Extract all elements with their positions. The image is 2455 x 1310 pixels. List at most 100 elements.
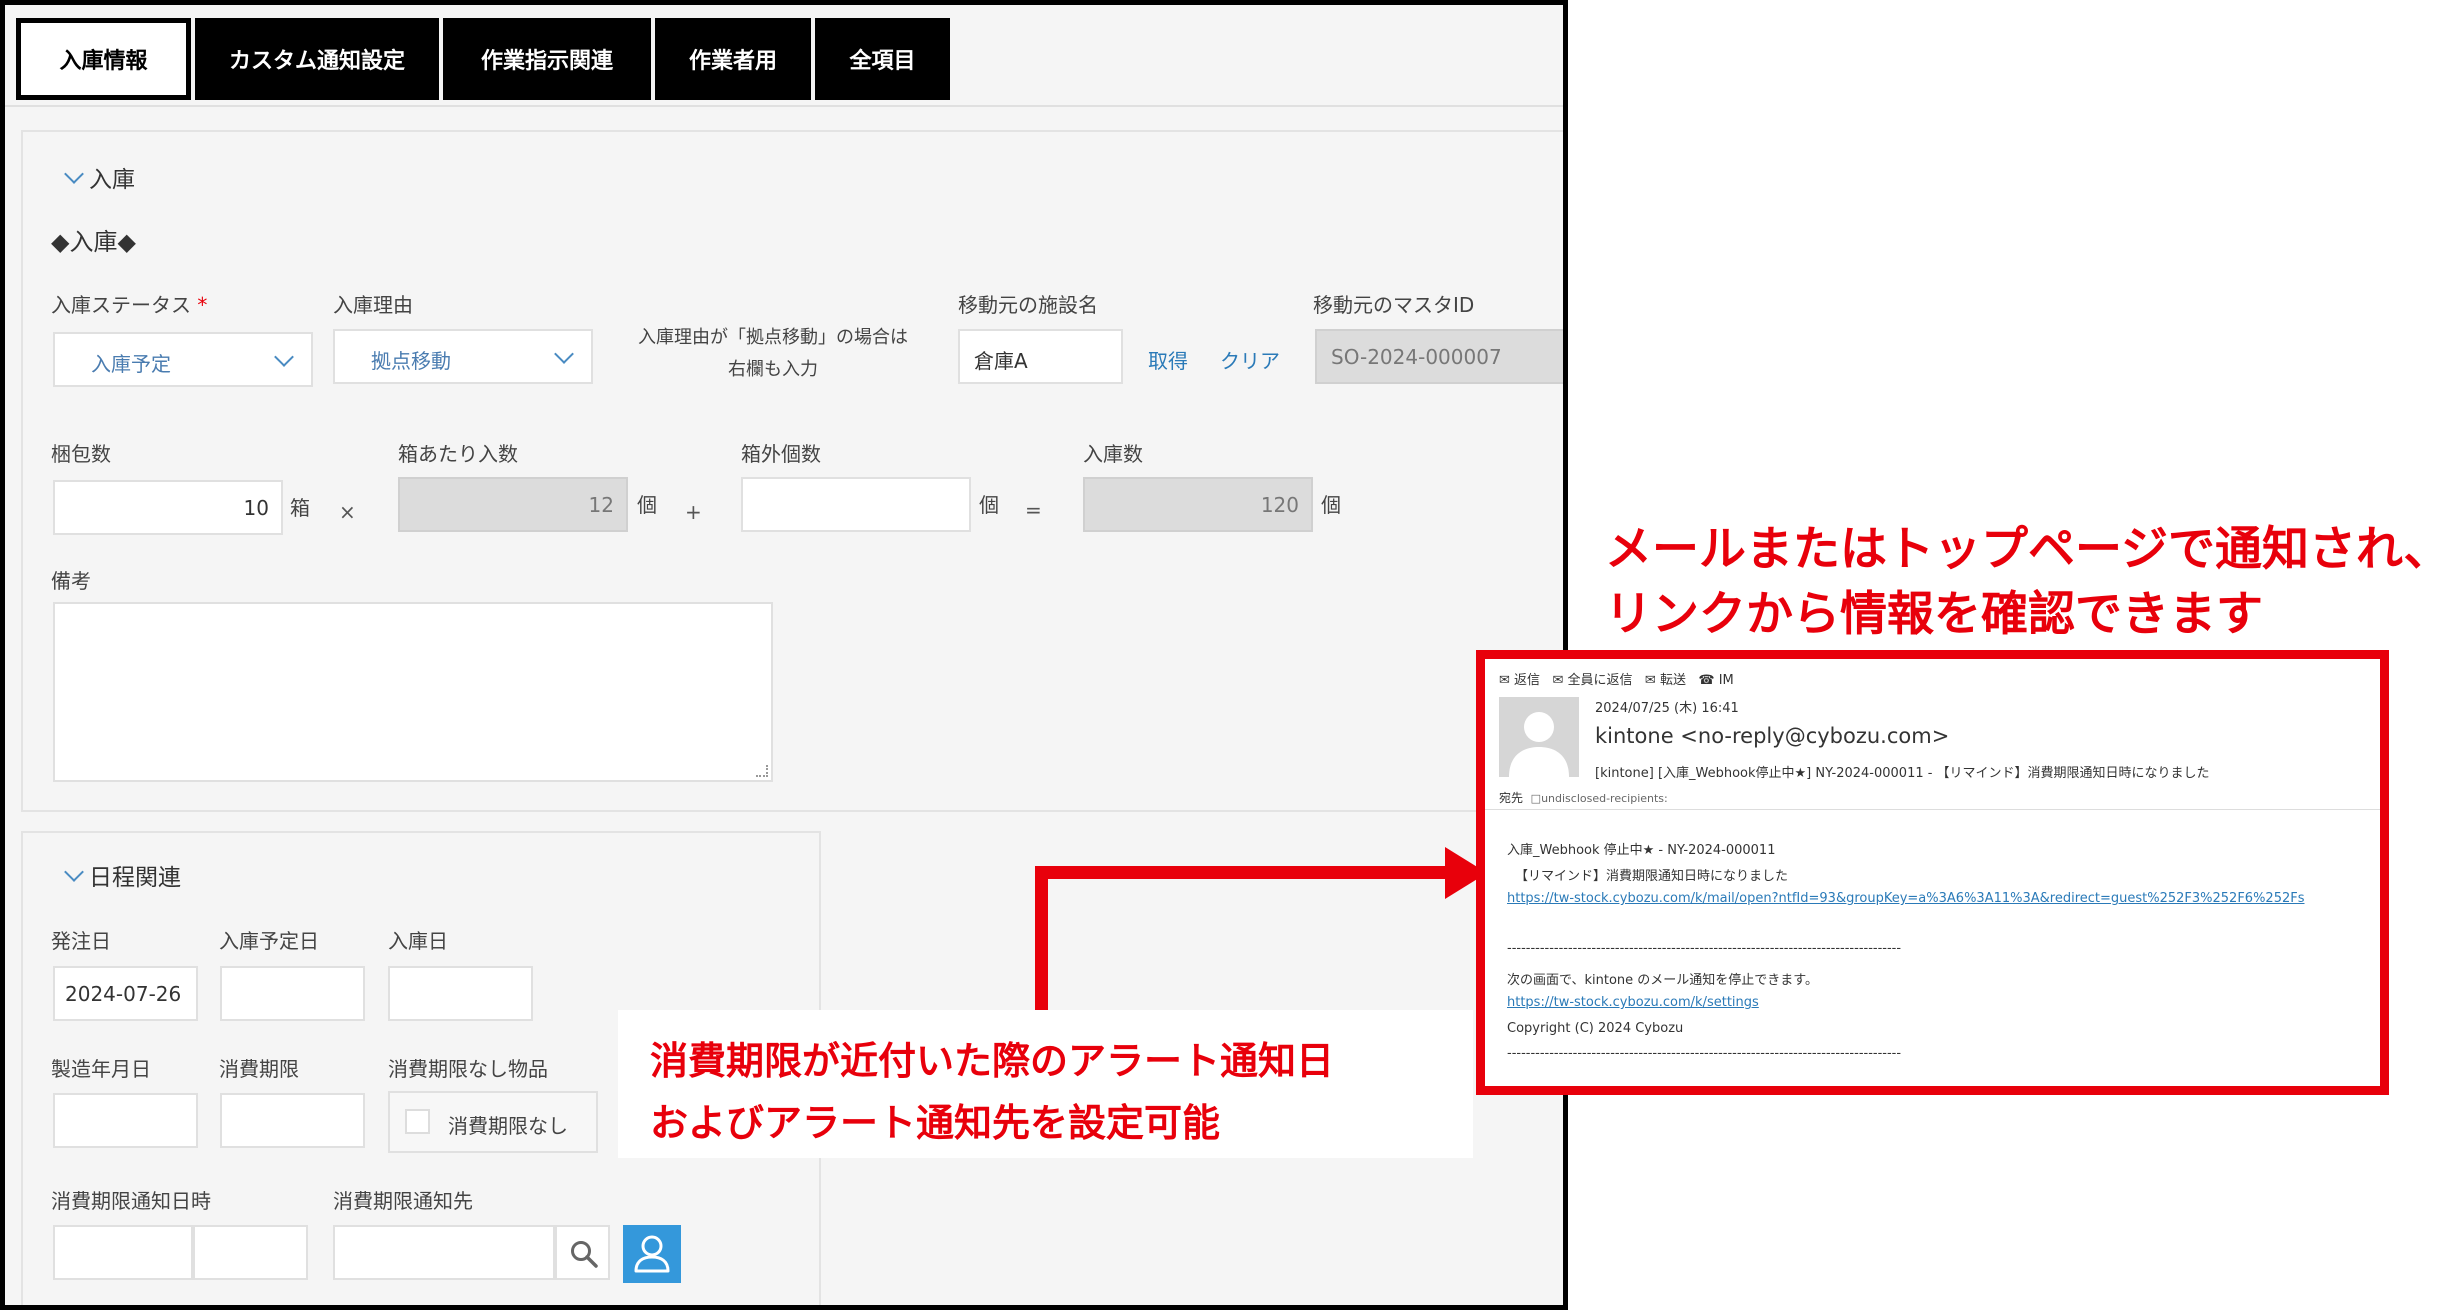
reason-dropdown[interactable]: 拠点移動 [333,329,593,384]
total-unit: 個 [1321,493,1341,517]
search-icon [571,1241,598,1268]
order-date-value: 2024-07-26 [65,982,182,1006]
im-button[interactable]: ☎ IM [1698,673,1733,688]
per-box-field: 12 [398,477,628,532]
no-expiry-group: 消費期限なし [388,1091,598,1153]
user-select-button[interactable] [623,1225,681,1283]
master-id-value: SO-2024-000007 [1331,345,1502,369]
no-expiry-checkbox-label[interactable]: 消費期限なし [448,1110,568,1139]
top-callout-line1: メールまたはトップページで通知され、 [1605,522,2451,577]
bottom-callout-line2: およびアラート通知先を設定可能 [650,1101,1221,1145]
expiry-date-input[interactable] [220,1093,365,1148]
status-value: 入庫予定 [91,352,171,376]
total-label: 入庫数 [1083,442,1143,466]
status-dropdown[interactable]: 入庫予定 [53,332,313,387]
mail-body-line2: 【リマインド】消費期限通知日時になりました [1515,869,1789,884]
mail-separator-top: ----------------------------------------… [1507,941,1902,956]
per-box-label: 箱あたり入数 [398,442,518,466]
clear-link[interactable]: クリア [1220,345,1280,374]
person-silhouette-icon [1509,712,1569,777]
pack-unit: 箱 [290,496,310,520]
planned-date-label: 入庫予定日 [219,929,319,953]
mail-sender: kintone <no-reply@cybozu.com> [1595,724,1950,748]
per-box-unit: 個 [637,493,657,517]
get-link[interactable]: 取得 [1148,345,1188,374]
facility-label: 移動元の施設名 [958,293,1098,317]
order-date-input[interactable]: 2024-07-26 [53,966,198,1021]
section-header-nyuko[interactable]: 入庫 [89,160,135,194]
per-box-value: 12 [588,493,614,517]
equals-operator: = [1025,498,1042,522]
search-button[interactable] [555,1225,610,1280]
facility-input[interactable]: 倉庫A [958,329,1123,384]
no-expiry-label: 消費期限なし物品 [388,1057,548,1081]
tab-work-instructions[interactable]: 作業指示関連 [443,18,651,100]
mail-toolbar: ✉ 返信 ✉ 全員に返信 ✉ 転送 ☎ IM [1499,669,1734,688]
plus-operator: + [685,500,702,524]
status-label: 入庫ステータス * [51,293,208,317]
nyuko-section: 入庫 ◆入庫◆ 入庫ステータス * 入庫理由 移動元の施設名 移動元のマスタID… [21,130,1563,812]
chevron-down-icon [554,344,574,364]
mail-subject: [kintone] [入庫_Webhook停止中★] NY-2024-00001… [1595,766,2210,781]
received-date-label: 入庫日 [388,929,448,953]
top-callout-line2: リンクから情報を確認できます [1605,587,2263,642]
subheader: ◆入庫◆ [51,228,136,256]
mail-to: 宛先 □undisclosed-recipients: [1499,791,1668,805]
notify-time-input[interactable] [193,1225,308,1280]
reason-value: 拠点移動 [371,349,451,373]
received-date-input[interactable] [388,966,533,1021]
pack-count-value: 10 [243,496,269,520]
bottom-callout: 消費期限が近付いた際のアラート通知日 およびアラート通知先を設定可能 [618,1010,1473,1158]
note-textarea[interactable] [53,602,773,782]
times-operator: × [339,500,356,524]
reply-all-button[interactable]: ✉ 全員に返信 [1552,673,1632,688]
tab-all-fields[interactable]: 全項目 [815,18,950,100]
order-date-label: 発注日 [51,929,111,953]
mail-header-divider [1485,809,2380,810]
forward-button[interactable]: ✉ 転送 [1645,673,1686,688]
chevron-down-icon [274,347,294,367]
mail-settings-link[interactable]: https://tw-stock.cybozu.com/k/settings [1507,995,1759,1010]
user-icon [634,1235,670,1273]
resize-handle-icon[interactable] [756,765,768,777]
mail-copyright: Copyright (C) 2024 Cybozu [1507,1021,1684,1036]
mfg-date-label: 製造年月日 [51,1057,151,1081]
outside-label: 箱外個数 [741,442,821,466]
avatar [1499,697,1579,777]
mail-datetime: 2024/07/25 (木) 16:41 [1595,701,1739,716]
notify-to-input[interactable] [333,1225,555,1280]
mail-separator-bottom: ----------------------------------------… [1507,1046,1902,1061]
master-id-field: SO-2024-000007 [1315,329,1563,384]
total-value: 120 [1260,493,1299,517]
tab-divider [5,105,1563,107]
planned-date-input[interactable] [220,966,365,1021]
notify-datetime-label: 消費期限通知日時 [51,1189,211,1213]
reason-label: 入庫理由 [333,293,413,317]
mfg-date-input[interactable] [53,1093,198,1148]
outside-count-input[interactable] [741,477,971,532]
collapse-chevron-icon[interactable] [64,164,84,184]
expiry-date-label: 消費期限 [219,1057,299,1081]
reply-button[interactable]: ✉ 返信 [1499,673,1540,688]
mail-body-line3: 次の画面で、kintone のメール通知を停止できます。 [1507,973,1818,988]
no-expiry-checkbox[interactable] [405,1109,430,1134]
mail-open-link[interactable]: https://tw-stock.cybozu.com/k/mail/open?… [1507,891,2380,906]
outside-unit: 個 [979,493,999,517]
collapse-chevron-icon[interactable] [64,862,84,882]
section-header-schedule[interactable]: 日程関連 [89,858,181,892]
tab-workers[interactable]: 作業者用 [655,18,811,100]
notify-to-label: 消費期限通知先 [333,1189,473,1213]
pack-count-input[interactable]: 10 [53,480,283,535]
master-id-label: 移動元のマスタID [1313,293,1475,317]
tab-nyuko-info[interactable]: 入庫情報 [16,18,191,100]
tab-custom-notify[interactable]: カスタム通知設定 [195,18,439,100]
notify-date-input[interactable] [53,1225,193,1280]
facility-value: 倉庫A [974,349,1028,373]
bottom-callout-line1: 消費期限が近付いた際のアラート通知日 [650,1039,1335,1083]
reason-note: 入庫理由が「拠点移動」の場合は 右欄も入力 [638,327,908,380]
pack-label: 梱包数 [51,442,111,466]
mail-body-line1: 入庫_Webhook 停止中★ - NY-2024-000011 [1507,843,1776,858]
note-label: 備考 [51,569,91,593]
arrow-horizontal [1035,866,1450,879]
required-mark: * [197,293,208,317]
